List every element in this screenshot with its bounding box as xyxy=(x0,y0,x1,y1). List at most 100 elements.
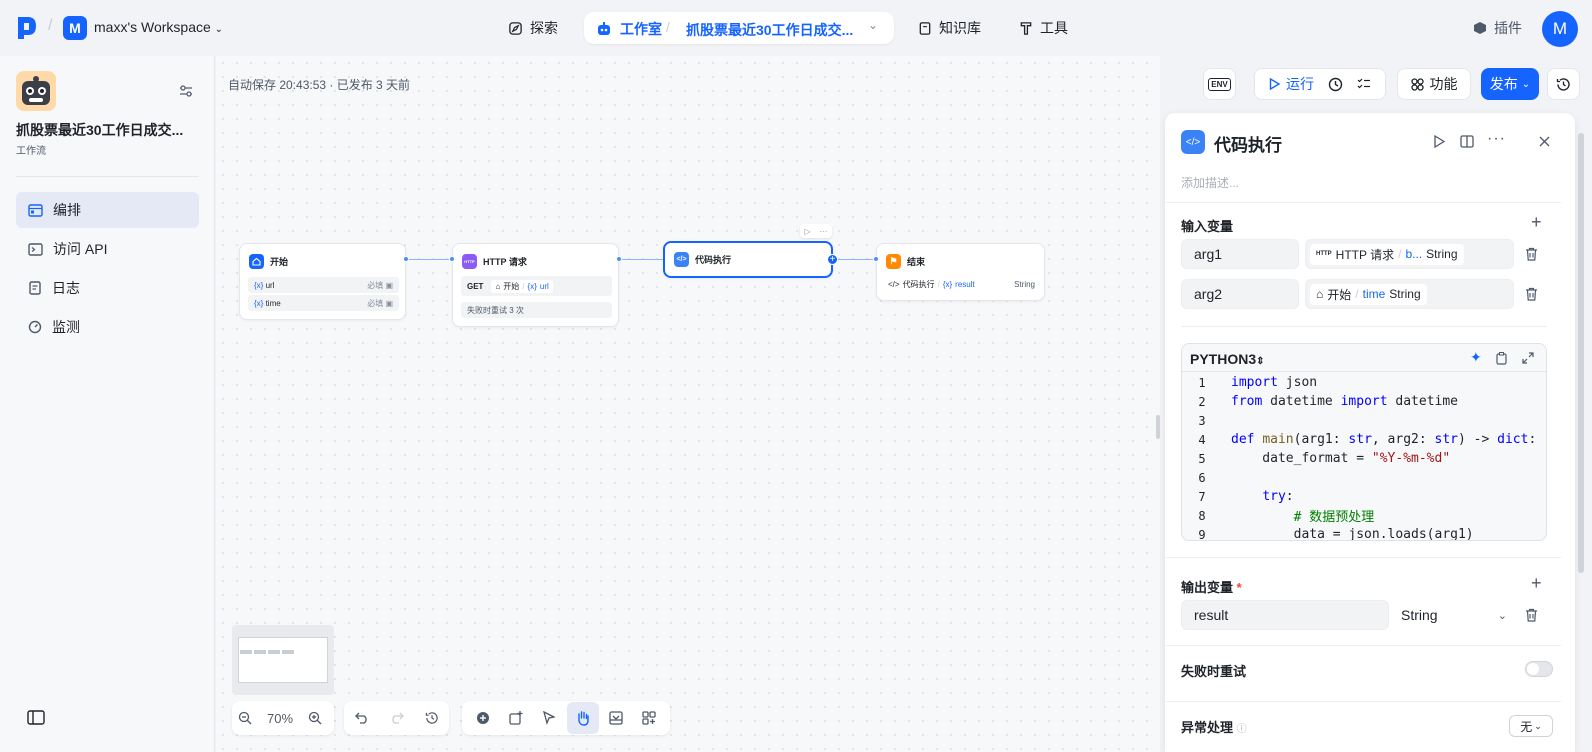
description-input[interactable]: 添加描述... xyxy=(1181,174,1239,191)
nav-explore-label: 探索 xyxy=(530,20,558,36)
output-name-field[interactable]: result xyxy=(1181,600,1389,630)
cursor-icon xyxy=(543,711,556,725)
features-button[interactable]: 功能 xyxy=(1397,68,1471,100)
node-code-execute[interactable]: </> 代码执行 xyxy=(663,241,833,278)
expand-icon[interactable] xyxy=(1522,352,1534,364)
split-view-icon[interactable] xyxy=(1460,135,1474,148)
minimap-viewport[interactable] xyxy=(238,637,328,683)
play-icon[interactable]: ▷ xyxy=(804,227,810,236)
node-http-request[interactable]: HTTP HTTP 请求 GET ⌂ 开始 / {x} url 失败时重试 3 次 xyxy=(452,243,619,327)
retry-label: 失败时重试 xyxy=(1181,664,1247,679)
nav-explore[interactable]: 探索 xyxy=(508,18,558,38)
app-logo[interactable] xyxy=(16,15,38,41)
input-ref-field[interactable]: HTTP HTTP 请求 / b... String xyxy=(1305,239,1514,269)
pointer-tool-button[interactable] xyxy=(533,702,565,734)
help-icon[interactable]: ⓘ xyxy=(1237,724,1247,735)
node-header: HTTP HTTP 请求 xyxy=(462,254,527,269)
sidebar-item-monitor[interactable]: 监测 xyxy=(16,309,199,345)
ref-source: 开始 xyxy=(503,281,520,291)
settings-sliders-icon[interactable] xyxy=(179,84,193,98)
terminal-icon xyxy=(28,242,43,256)
sidebar-item-label: 编排 xyxy=(53,202,81,218)
delete-icon[interactable] xyxy=(1525,247,1538,261)
zoom-out-button[interactable] xyxy=(232,702,258,734)
sidebar-item-api[interactable]: 访问 API xyxy=(16,231,199,267)
param-required: 必填 xyxy=(367,298,384,308)
add-node-icon[interactable]: + xyxy=(827,254,838,265)
workspace-name: maxx's Workspace xyxy=(94,19,211,35)
breadcrumb-project[interactable]: 抓股票最近30工作日成交... xyxy=(686,20,853,40)
exception-select[interactable]: 无 ⌄ xyxy=(1509,715,1553,737)
tool-icon xyxy=(1020,21,1032,35)
clipboard-icon[interactable] xyxy=(1496,352,1507,365)
doc-icon: ▣ xyxy=(385,298,393,308)
add-output-icon[interactable]: + xyxy=(1531,573,1542,594)
node-input-port[interactable] xyxy=(449,256,455,262)
env-button[interactable]: ENV xyxy=(1203,68,1236,100)
nav-plugins[interactable]: 插件 xyxy=(1473,18,1522,38)
close-icon[interactable] xyxy=(1539,136,1550,147)
collapse-sidebar-icon[interactable] xyxy=(27,710,45,725)
panel-scrollbar[interactable] xyxy=(1578,133,1584,573)
redo-button[interactable] xyxy=(381,702,413,734)
workflow-canvas[interactable] xyxy=(216,56,1160,752)
code-content[interactable]: 1 import json 2 from datetime import datet… xyxy=(1182,372,1546,540)
sidebar-item-logs[interactable]: 日志 xyxy=(16,270,199,306)
input-ref-field[interactable]: ⌂ 开始 / time String xyxy=(1305,279,1514,309)
language-selector[interactable]: PYTHON3⇕ xyxy=(1190,351,1265,367)
workspace-avatar[interactable]: M xyxy=(63,16,87,40)
bot-avatar[interactable] xyxy=(16,71,56,111)
more-icon[interactable]: ··· xyxy=(1487,130,1506,148)
output-type-select[interactable]: String ⌄ xyxy=(1401,600,1507,630)
toggle-knob xyxy=(1527,663,1539,675)
test-run-icon[interactable] xyxy=(1433,135,1445,148)
undo-button[interactable] xyxy=(346,702,378,734)
history-button[interactable] xyxy=(1547,68,1580,100)
node-output-port[interactable] xyxy=(403,256,409,262)
retry-toggle[interactable] xyxy=(1525,661,1553,677)
user-avatar[interactable]: M xyxy=(1542,11,1578,47)
more-icon[interactable]: ··· xyxy=(820,227,828,236)
http-method: GET xyxy=(467,281,484,291)
auto-layout-button[interactable] xyxy=(633,702,665,734)
panel-resize-handle[interactable] xyxy=(1156,415,1160,439)
nav-tools-label: 工具 xyxy=(1040,20,1068,36)
run-button[interactable]: 运行 xyxy=(1269,74,1314,94)
node-end[interactable]: ⚑ 结束 </> 代码执行 / {x} result String xyxy=(876,243,1045,301)
nav-tools[interactable]: 工具 xyxy=(1019,18,1068,38)
zoom-in-button[interactable] xyxy=(302,702,328,734)
delete-icon[interactable] xyxy=(1525,608,1538,622)
sidebar-item-orchestrate[interactable]: 编排 xyxy=(16,192,199,228)
redo-icon xyxy=(391,712,404,724)
node-header: </> 代码执行 xyxy=(674,252,731,267)
add-comment-button[interactable] xyxy=(500,702,532,734)
code-icon: </> xyxy=(888,280,900,289)
ai-sparkle-icon[interactable]: ✦ xyxy=(1470,349,1482,366)
input-name-field[interactable]: arg1 xyxy=(1181,239,1299,269)
delete-icon[interactable] xyxy=(1525,287,1538,301)
checklist-icon[interactable] xyxy=(1357,77,1371,91)
debug-clock-icon[interactable] xyxy=(1328,77,1343,92)
workspace-switcher[interactable]: maxx's Workspace ⌄ xyxy=(94,19,223,35)
import-button[interactable] xyxy=(600,702,632,734)
code-editor[interactable]: PYTHON3⇕ ✦ 1 import json 2 from datetime i… xyxy=(1181,343,1547,541)
input-name-field[interactable]: arg2 xyxy=(1181,279,1299,309)
nav-studio[interactable]: 工作室 xyxy=(596,19,662,39)
chevron-down-icon[interactable]: ⌄ xyxy=(868,18,878,32)
add-node-button[interactable] xyxy=(467,702,499,734)
node-output-port[interactable] xyxy=(616,256,622,262)
zoom-level[interactable]: 70% xyxy=(258,711,302,726)
env-label: ENV xyxy=(1208,77,1231,91)
ref-variable: time xyxy=(1362,287,1386,301)
log-icon xyxy=(29,281,41,295)
add-input-icon[interactable]: + xyxy=(1531,212,1542,233)
compass-icon xyxy=(509,21,522,35)
divider xyxy=(1181,326,1547,327)
node-start[interactable]: 开始 {x} url 必填 ▣ {x} time 必填 ▣ xyxy=(239,243,406,320)
publish-button[interactable]: 发布 ⌄ xyxy=(1481,68,1539,100)
nav-knowledge[interactable]: 知识库 xyxy=(918,18,981,38)
minimap[interactable] xyxy=(232,625,334,695)
history-button[interactable] xyxy=(416,702,448,734)
node-input-port[interactable] xyxy=(873,256,879,262)
hand-tool-button[interactable] xyxy=(566,702,599,734)
